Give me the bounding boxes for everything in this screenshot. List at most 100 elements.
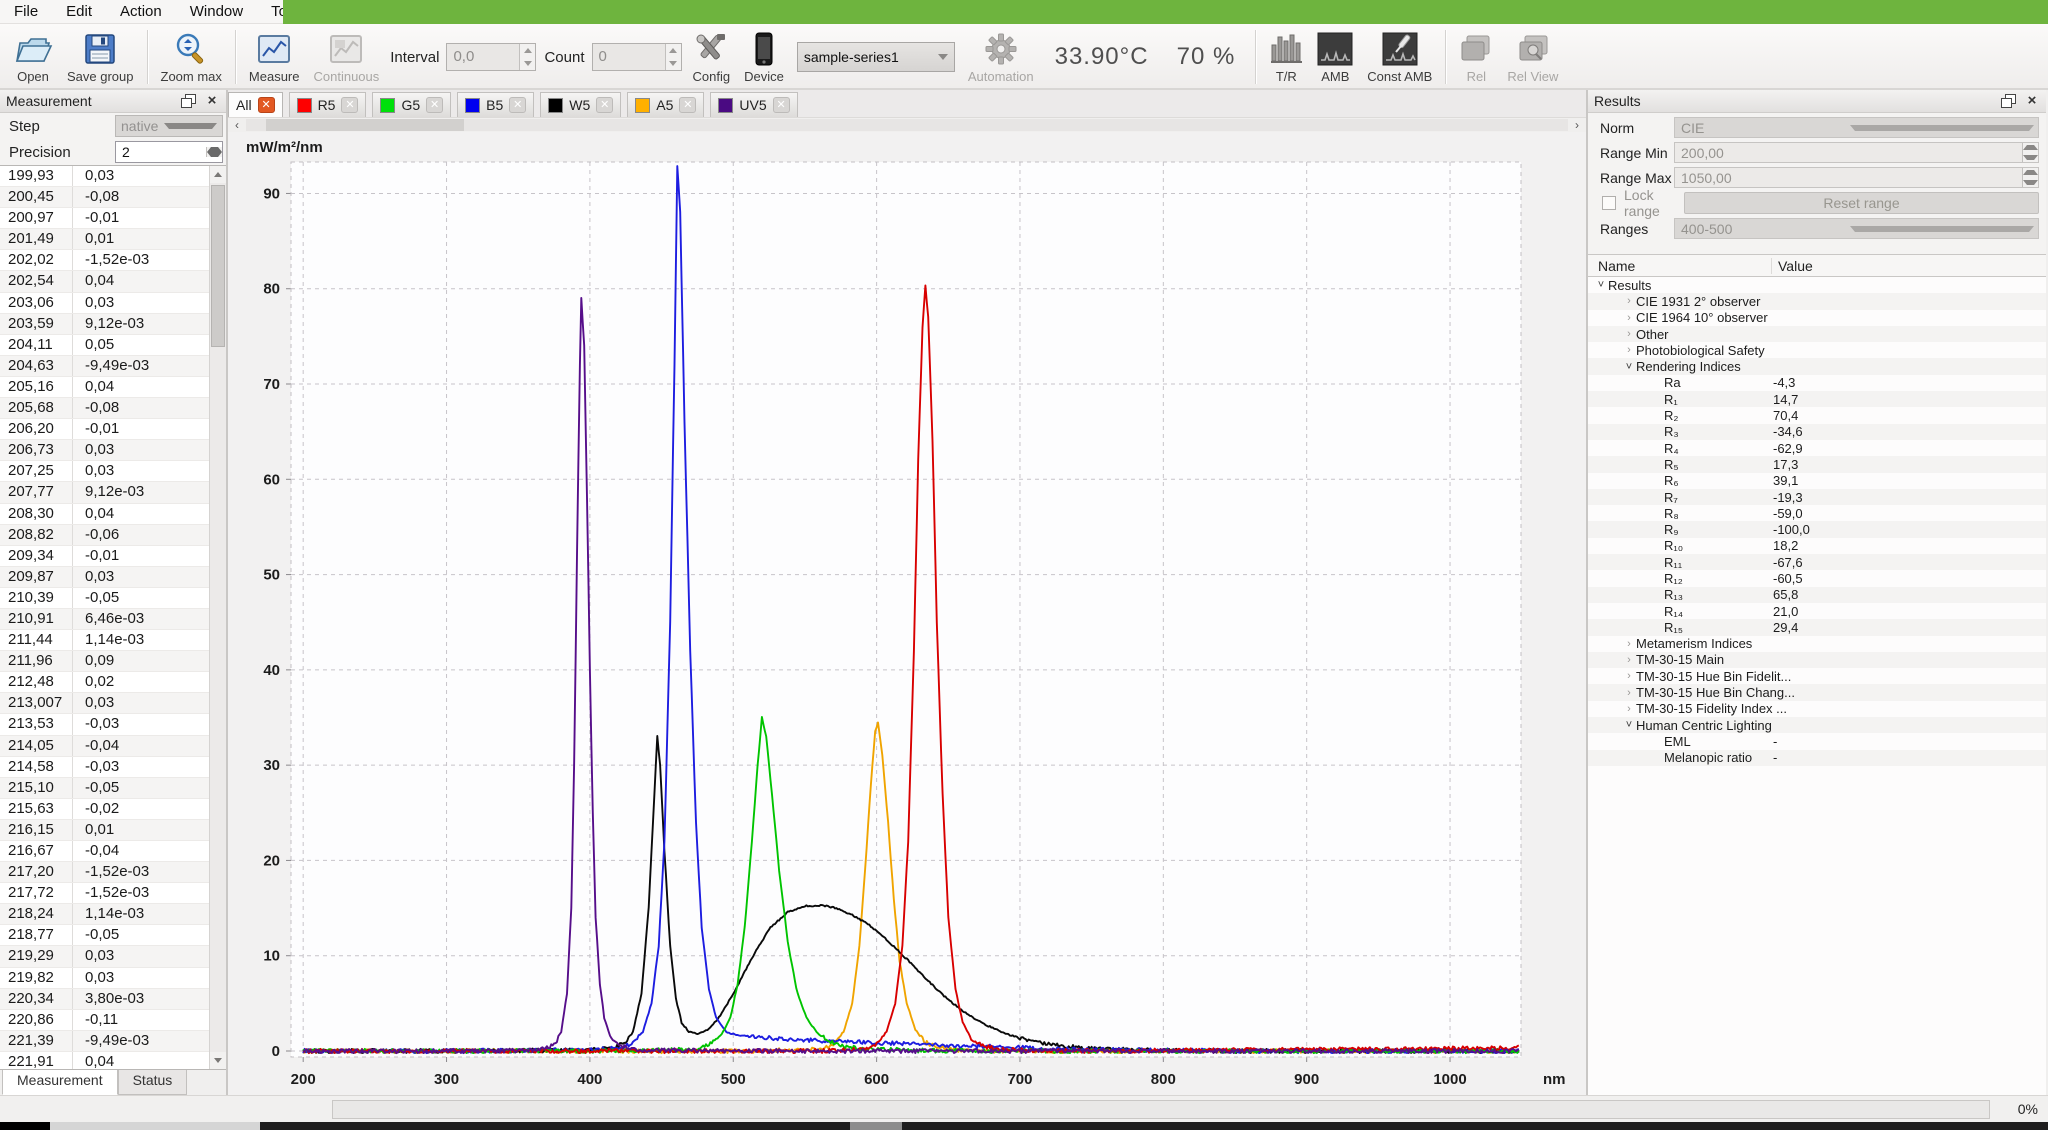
tree-row[interactable]: ›CIE 1931 2° observer bbox=[1588, 293, 2046, 309]
table-row[interactable]: 200,97-0,01 bbox=[0, 208, 209, 229]
tr-button[interactable]: T/R bbox=[1262, 26, 1310, 88]
spin-up-icon[interactable] bbox=[666, 44, 681, 57]
config-button[interactable]: Config bbox=[686, 26, 738, 88]
chart-tab-uv5[interactable]: UV5✕ bbox=[710, 92, 797, 117]
interval-spinner[interactable] bbox=[519, 44, 535, 70]
close-icon[interactable]: ✕ bbox=[426, 97, 443, 113]
table-row[interactable]: 201,490,01 bbox=[0, 229, 209, 250]
table-row[interactable]: 215,10-0,05 bbox=[0, 778, 209, 799]
tree-row[interactable]: R₇-19,3 bbox=[1588, 489, 2046, 505]
table-row[interactable]: 208,300,04 bbox=[0, 504, 209, 525]
table-row[interactable]: 202,540,04 bbox=[0, 271, 209, 292]
float-panel-icon[interactable] bbox=[180, 94, 196, 108]
spin-down-icon[interactable] bbox=[2023, 153, 2038, 163]
count-spinner[interactable] bbox=[665, 44, 681, 70]
table-row[interactable]: 213,53-0,03 bbox=[0, 714, 209, 735]
tree-row[interactable]: Melanopic ratio- bbox=[1588, 750, 2046, 766]
tree-expander-icon[interactable]: › bbox=[1622, 344, 1636, 356]
close-icon[interactable]: ✕ bbox=[258, 97, 275, 113]
chart-tab-b5[interactable]: B5✕ bbox=[457, 92, 534, 117]
chart-tab-r5[interactable]: R5✕ bbox=[289, 92, 367, 117]
close-icon[interactable]: ✕ bbox=[679, 97, 696, 113]
table-row[interactable]: 217,20-1,52e-03 bbox=[0, 862, 209, 883]
table-row[interactable]: 214,05-0,04 bbox=[0, 736, 209, 757]
table-row[interactable]: 213,0070,03 bbox=[0, 693, 209, 714]
table-row[interactable]: 220,343,80e-03 bbox=[0, 989, 209, 1010]
lock-range-checkbox[interactable] bbox=[1602, 196, 1616, 210]
table-row[interactable]: 221,39-9,49e-03 bbox=[0, 1031, 209, 1052]
table-row[interactable]: 208,82-0,06 bbox=[0, 525, 209, 546]
close-icon[interactable]: ✕ bbox=[341, 97, 358, 113]
automation-button[interactable]: Automation bbox=[961, 26, 1041, 88]
table-row[interactable]: 212,480,02 bbox=[0, 672, 209, 693]
tree-expander-icon[interactable]: ˅ bbox=[1622, 719, 1636, 731]
table-row[interactable]: 205,68-0,08 bbox=[0, 398, 209, 419]
step-select[interactable]: native bbox=[115, 115, 223, 137]
table-row[interactable]: 199,930,03 bbox=[0, 166, 209, 187]
close-panel-icon[interactable]: × bbox=[204, 94, 220, 108]
continuous-button[interactable]: Continuous bbox=[306, 26, 386, 88]
table-row[interactable]: 205,160,04 bbox=[0, 377, 209, 398]
scroll-right-icon[interactable]: › bbox=[1568, 118, 1586, 132]
tree-expander-icon[interactable]: › bbox=[1622, 654, 1636, 666]
table-row[interactable]: 202,02-1,52e-03 bbox=[0, 250, 209, 271]
tree-row[interactable]: R₈-59,0 bbox=[1588, 505, 2046, 521]
open-button[interactable]: Open bbox=[6, 26, 60, 88]
tab-measurement[interactable]: Measurement bbox=[2, 1070, 118, 1095]
spin-up-icon[interactable] bbox=[2023, 168, 2038, 178]
measurement-table-scrollbar[interactable] bbox=[209, 166, 226, 1069]
table-row[interactable]: 204,63-9,49e-03 bbox=[0, 356, 209, 377]
tree-expander-icon[interactable]: › bbox=[1622, 703, 1636, 715]
range-max-field[interactable]: 1050,00 bbox=[1674, 167, 2039, 188]
precision-stepper[interactable]: 2 bbox=[115, 141, 223, 163]
tree-expander-icon[interactable]: ˅ bbox=[1594, 279, 1608, 291]
chart-scrollbar-thumb[interactable] bbox=[266, 119, 464, 131]
table-row[interactable]: 218,241,14e-03 bbox=[0, 904, 209, 925]
tree-row[interactable]: R₄-62,9 bbox=[1588, 440, 2046, 456]
table-row[interactable]: 211,441,14e-03 bbox=[0, 630, 209, 651]
tree-row[interactable]: ›Photobiological Safety bbox=[1588, 342, 2046, 358]
tree-row[interactable]: Ra-4,3 bbox=[1588, 375, 2046, 391]
tree-expander-icon[interactable]: › bbox=[1622, 670, 1636, 682]
close-icon[interactable]: ✕ bbox=[509, 97, 526, 113]
tree-row[interactable]: ›TM-30-15 Hue Bin Fidelit... bbox=[1588, 668, 2046, 684]
tree-expander-icon[interactable]: ˅ bbox=[1622, 361, 1636, 373]
interval-input[interactable]: 0,0 bbox=[446, 43, 536, 71]
table-row[interactable]: 219,820,03 bbox=[0, 968, 209, 989]
norm-select[interactable]: CIE bbox=[1674, 117, 2039, 138]
reset-range-button[interactable]: Reset range bbox=[1684, 192, 2039, 214]
close-icon[interactable]: ✕ bbox=[773, 97, 790, 113]
tree-row[interactable]: ›Metamerism Indices bbox=[1588, 636, 2046, 652]
tree-row[interactable]: R₅17,3 bbox=[1588, 456, 2046, 472]
spin-down-icon[interactable] bbox=[520, 57, 535, 70]
spin-down-icon[interactable] bbox=[666, 57, 681, 70]
table-row[interactable]: 221,910,04 bbox=[0, 1052, 209, 1070]
range-min-field[interactable]: 200,00 bbox=[1674, 142, 2039, 163]
device-button[interactable]: Device bbox=[737, 26, 791, 88]
tree-row[interactable]: R₁₃65,8 bbox=[1588, 587, 2046, 603]
tree-row[interactable]: ˅Human Centric Lighting bbox=[1588, 717, 2046, 733]
chart-tab-all[interactable]: All✕ bbox=[228, 92, 283, 117]
tree-expander-icon[interactable]: › bbox=[1622, 638, 1636, 650]
spin-down-icon[interactable] bbox=[2023, 178, 2038, 188]
tree-row[interactable]: R₂70,4 bbox=[1588, 407, 2046, 423]
menu-item-edit[interactable]: Edit bbox=[52, 0, 106, 24]
table-row[interactable]: 207,779,12e-03 bbox=[0, 482, 209, 503]
tree-row[interactable]: ˅Results bbox=[1588, 277, 2046, 293]
tree-row[interactable]: ›TM-30-15 Hue Bin Chang... bbox=[1588, 684, 2046, 700]
rel-view-button[interactable]: Rel View bbox=[1500, 26, 1565, 88]
table-row[interactable]: 203,060,03 bbox=[0, 293, 209, 314]
tree-row[interactable]: R₁₄21,0 bbox=[1588, 603, 2046, 619]
table-row[interactable]: 214,58-0,03 bbox=[0, 757, 209, 778]
table-row[interactable]: 218,77-0,05 bbox=[0, 925, 209, 946]
amb-button[interactable]: AMB bbox=[1310, 26, 1360, 88]
range-max-spinner[interactable] bbox=[2022, 168, 2038, 187]
table-row[interactable]: 206,20-0,01 bbox=[0, 419, 209, 440]
tree-row[interactable]: R₁₂-60,5 bbox=[1588, 570, 2046, 586]
chart-scrollbar-track[interactable] bbox=[246, 119, 1568, 131]
count-input[interactable]: 0 bbox=[592, 43, 682, 71]
menu-item-window[interactable]: Window bbox=[176, 0, 257, 24]
tree-expander-icon[interactable]: › bbox=[1622, 312, 1636, 324]
table-row[interactable]: 207,250,03 bbox=[0, 461, 209, 482]
tree-row[interactable]: R₁₁-67,6 bbox=[1588, 554, 2046, 570]
